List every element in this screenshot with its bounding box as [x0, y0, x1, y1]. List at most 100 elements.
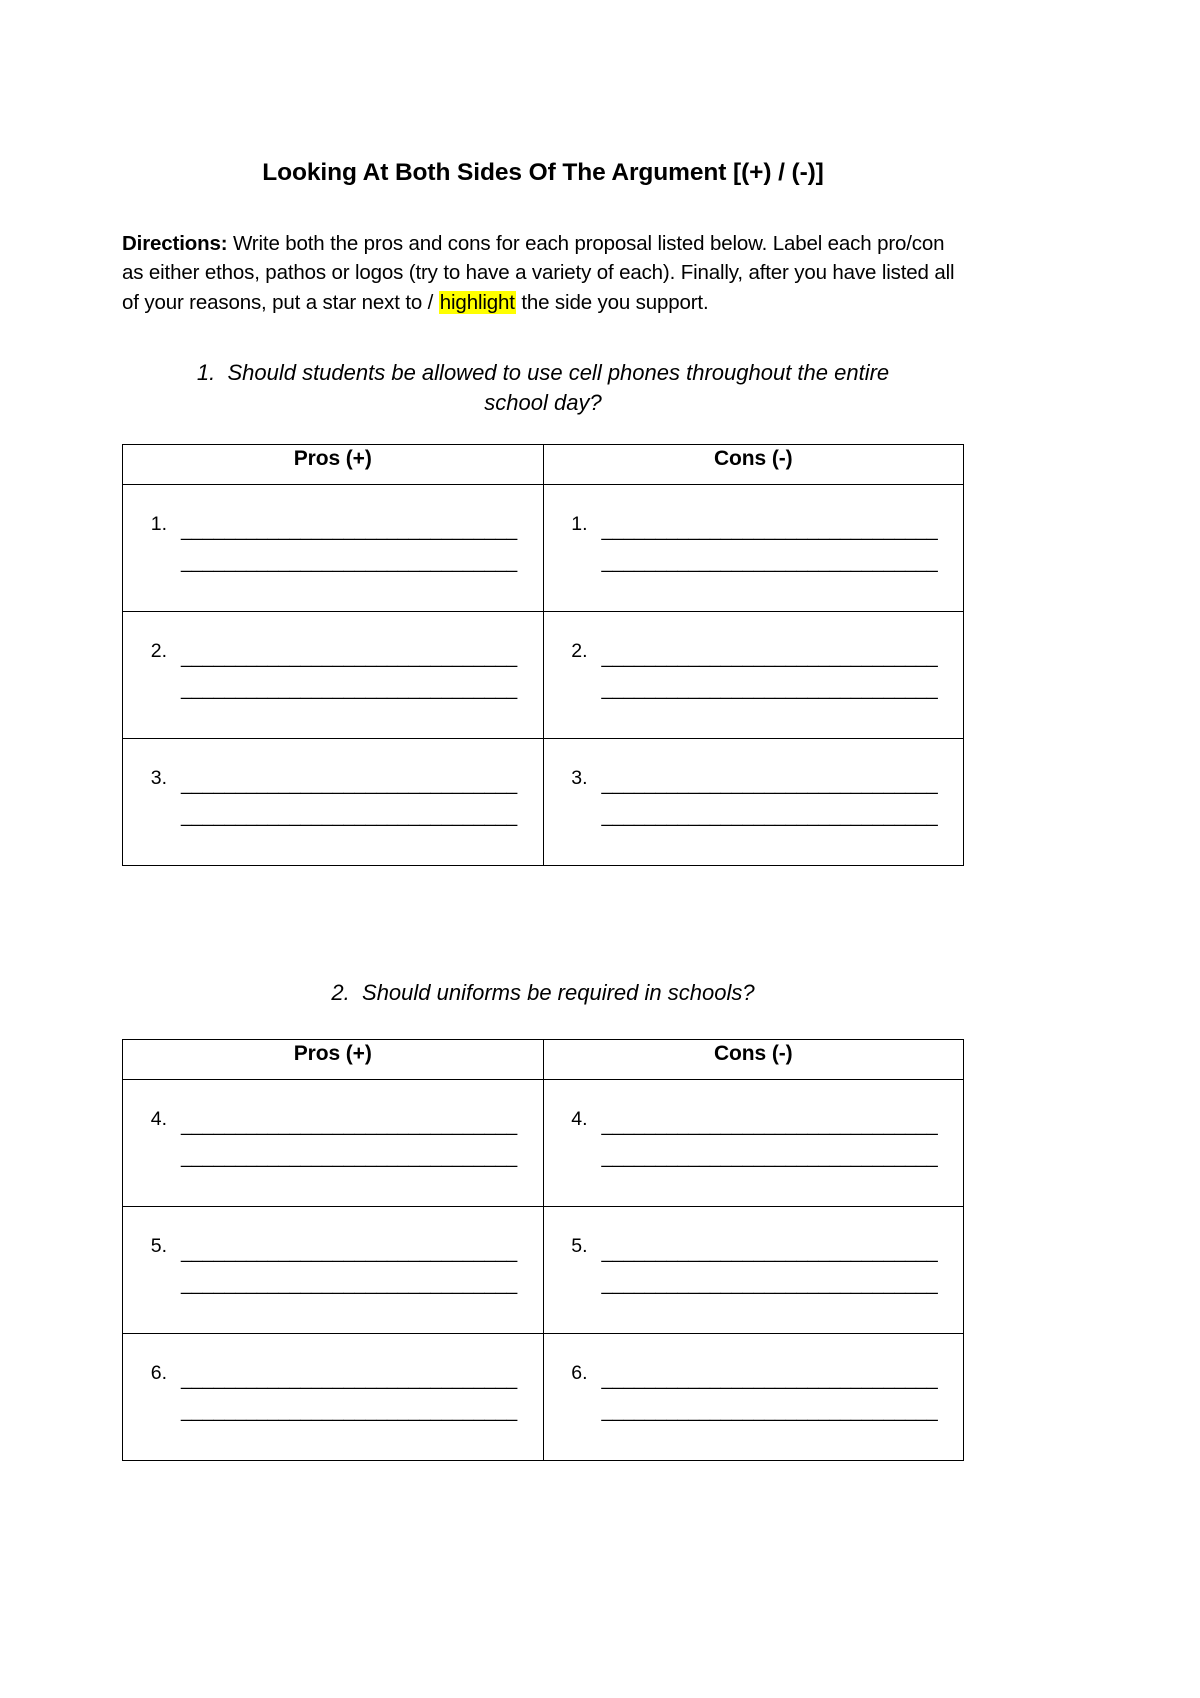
cell-content: 1. _______________________________ _______… — [123, 485, 543, 579]
blank-line[interactable]: _______________________________ — [181, 642, 517, 674]
cell-content: 2. _______________________________ _______… — [544, 612, 964, 706]
blank-line[interactable]: _______________________________ — [602, 515, 938, 547]
blank-write-lines[interactable]: _______________________________ _________… — [602, 769, 938, 833]
blank-line[interactable]: _______________________________ — [602, 1269, 938, 1301]
table-1-con-cell-2[interactable]: 2. _______________________________ _______… — [542, 611, 964, 740]
pro-item-number: 2. — [150, 640, 167, 663]
blank-line[interactable]: _______________________________ — [181, 801, 517, 833]
con-item-number: 3. — [571, 767, 588, 790]
cell-content: 6. _______________________________ _______… — [544, 1334, 964, 1428]
pro-item-number: 3. — [150, 767, 167, 790]
spacer-before-table-2 — [122, 1008, 964, 1039]
table-row: 5. _______________________________ _______… — [122, 1206, 964, 1335]
blank-write-lines[interactable]: _______________________________ _________… — [602, 1364, 938, 1428]
table-row: 2. _______________________________ _______… — [122, 611, 964, 740]
blank-line[interactable]: _______________________________ — [181, 547, 517, 579]
blank-write-lines[interactable]: _______________________________ _________… — [181, 1364, 517, 1428]
blank-line[interactable]: _______________________________ — [602, 1396, 938, 1428]
blank-write-lines[interactable]: _______________________________ _________… — [602, 515, 938, 579]
table-2-pro-cell-3[interactable]: 6. _______________________________ _______… — [122, 1333, 544, 1462]
pros-cons-table-2: Pros (+) Cons (-) 4. ____________________… — [122, 1039, 964, 1462]
question-1-text-line-2: school day? — [484, 389, 602, 415]
document-content: Looking At Both Sides Of The Argument [(… — [122, 0, 964, 1462]
cell-content: 6. _______________________________ _______… — [123, 1334, 543, 1428]
table-2-cons-header: Cons (-) — [542, 1039, 964, 1081]
table-row: 1. _______________________________ _______… — [122, 484, 964, 613]
table-2-header-row: Pros (+) Cons (-) — [122, 1039, 964, 1081]
directions-highlighted-word: highlight — [438, 290, 516, 314]
cell-content: 3. _______________________________ _______… — [123, 739, 543, 833]
cell-content: 3. _______________________________ _______… — [544, 739, 964, 833]
pro-item-number: 1. — [150, 513, 167, 536]
cell-content: 4. _______________________________ _______… — [544, 1080, 964, 1174]
cell-content: 5. _______________________________ _______… — [123, 1207, 543, 1301]
question-1: 1. Should students be allowed to use cel… — [163, 317, 923, 417]
blank-line[interactable]: _______________________________ — [602, 801, 938, 833]
blank-write-lines[interactable]: _______________________________ _________… — [181, 642, 517, 706]
pro-item-number: 5. — [150, 1235, 167, 1258]
directions-label: Directions: — [122, 232, 228, 256]
blank-line[interactable]: _______________________________ — [602, 642, 938, 674]
blank-line[interactable]: _______________________________ — [181, 1110, 517, 1142]
table-row: 6. _______________________________ _______… — [122, 1333, 964, 1462]
pro-item-number: 6. — [150, 1362, 167, 1385]
con-item-number: 5. — [571, 1235, 588, 1258]
blank-write-lines[interactable]: _______________________________ _________… — [181, 769, 517, 833]
question-2-text: Should uniforms be required in schools? — [362, 980, 755, 1006]
con-item-number: 4. — [571, 1108, 588, 1131]
blank-line[interactable]: _______________________________ — [602, 1364, 938, 1396]
blank-line[interactable]: _______________________________ — [602, 1142, 938, 1174]
table-2-con-cell-3[interactable]: 6. _______________________________ _______… — [542, 1333, 964, 1462]
blank-write-lines[interactable]: _______________________________ _________… — [181, 1237, 517, 1301]
blank-line[interactable]: _______________________________ — [602, 547, 938, 579]
blank-write-lines[interactable]: _______________________________ _________… — [181, 1110, 517, 1174]
blank-write-lines[interactable]: _______________________________ _________… — [602, 1110, 938, 1174]
table-2-pros-header: Pros (+) — [122, 1039, 544, 1081]
blank-line[interactable]: _______________________________ — [181, 1142, 517, 1174]
pro-item-number: 4. — [150, 1108, 167, 1131]
question-1-text-line-1: Should students be allowed to use cell p… — [227, 360, 890, 386]
table-1-pros-header: Pros (+) — [122, 444, 544, 486]
question-2-number: 2. — [331, 980, 350, 1006]
table-1-pro-cell-3[interactable]: 3. _______________________________ _______… — [122, 738, 544, 867]
blank-line[interactable]: _______________________________ — [181, 515, 517, 547]
blank-line[interactable]: _______________________________ — [181, 1237, 517, 1269]
blank-line[interactable]: _______________________________ — [181, 674, 517, 706]
table-2-con-cell-2[interactable]: 5. _______________________________ _______… — [542, 1206, 964, 1335]
table-row: 4. _______________________________ _______… — [122, 1079, 964, 1208]
question-2: 2. Should uniforms be required in school… — [163, 978, 923, 1008]
table-2-body: 4. _______________________________ _______… — [122, 1079, 964, 1462]
table-2-header: Pros (+) Cons (-) — [122, 1039, 964, 1081]
blank-line[interactable]: _______________________________ — [181, 1269, 517, 1301]
table-1-pro-cell-2[interactable]: 2. _______________________________ _______… — [122, 611, 544, 740]
con-item-number: 1. — [571, 513, 588, 536]
blank-write-lines[interactable]: _______________________________ _________… — [602, 1237, 938, 1301]
blank-line[interactable]: _______________________________ — [602, 1110, 938, 1142]
pros-cons-table-1: Pros (+) Cons (-) 1. ____________________… — [122, 444, 964, 867]
table-1-pro-cell-1[interactable]: 1. _______________________________ _______… — [122, 484, 544, 613]
directions-text-part2: the side you support. — [515, 290, 709, 314]
blank-line[interactable]: _______________________________ — [181, 769, 517, 801]
question-1-number: 1. — [196, 360, 216, 386]
con-item-number: 6. — [571, 1362, 588, 1385]
blank-line[interactable]: _______________________________ — [181, 1364, 517, 1396]
cell-content: 2. _______________________________ _______… — [123, 612, 543, 706]
cell-content: 1. _______________________________ _______… — [544, 485, 964, 579]
blank-write-lines[interactable]: _______________________________ _________… — [602, 642, 938, 706]
table-2-con-cell-1[interactable]: 4. _______________________________ _______… — [542, 1079, 964, 1208]
table-1-con-cell-3[interactable]: 3. _______________________________ _______… — [542, 738, 964, 867]
blank-write-lines[interactable]: _______________________________ _________… — [181, 515, 517, 579]
table-2-pro-cell-1[interactable]: 4. _______________________________ _______… — [122, 1079, 544, 1208]
table-1-body: 1. _______________________________ _______… — [122, 484, 964, 867]
table-row: 3. _______________________________ _______… — [122, 738, 964, 867]
question-1-line-1: 1. Should students be allowed to use cel… — [163, 358, 923, 388]
blank-line[interactable]: _______________________________ — [181, 1396, 517, 1428]
table-2-pro-cell-2[interactable]: 5. _______________________________ _______… — [122, 1206, 544, 1335]
blank-line[interactable]: _______________________________ — [602, 769, 938, 801]
page-title: Looking At Both Sides Of The Argument [(… — [262, 159, 824, 186]
table-1-con-cell-1[interactable]: 1. _______________________________ _______… — [542, 484, 964, 613]
spacer-before-table-1 — [122, 417, 964, 444]
cell-content: 4. _______________________________ _______… — [123, 1080, 543, 1174]
blank-line[interactable]: _______________________________ — [602, 674, 938, 706]
blank-line[interactable]: _______________________________ — [602, 1237, 938, 1269]
